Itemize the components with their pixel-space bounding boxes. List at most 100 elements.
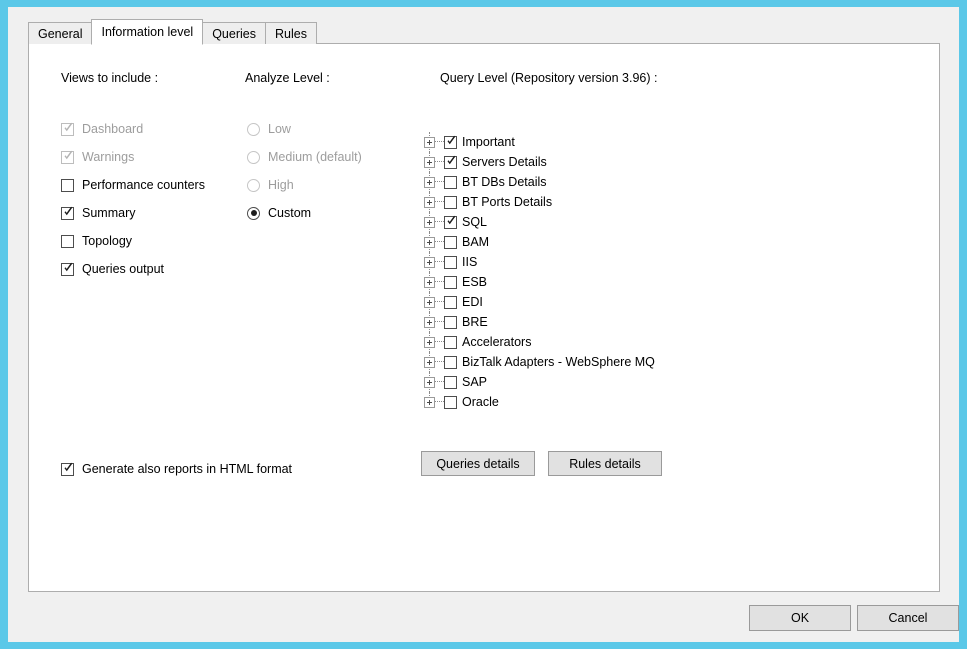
- expand-plus-icon[interactable]: [424, 396, 435, 408]
- expand-plus-icon[interactable]: [424, 256, 435, 268]
- tab-general[interactable]: General: [28, 22, 93, 44]
- views-checkbox-performance-counters[interactable]: Performance counters: [61, 176, 205, 194]
- checkbox-label: Dashboard: [82, 122, 144, 136]
- tree-connector-line: [435, 221, 444, 223]
- checkbox-box[interactable]: [444, 315, 457, 329]
- tree-node[interactable]: BizTalk Adapters - WebSphere MQ: [423, 352, 843, 372]
- checkbox-box: [61, 206, 74, 220]
- expand-plus-icon[interactable]: [424, 356, 435, 368]
- views-checkbox-summary[interactable]: Summary: [61, 204, 135, 222]
- tree-node[interactable]: EDI: [423, 292, 843, 312]
- queries-details-button[interactable]: Queries details: [421, 451, 535, 476]
- tree-connector-line: [435, 381, 444, 383]
- tree-node[interactable]: Oracle: [423, 392, 843, 412]
- analyze-level-radio-high: High: [247, 176, 294, 194]
- checkbox-label: Topology: [82, 234, 133, 248]
- expand-plus-icon[interactable]: [424, 176, 435, 188]
- checkbox-box[interactable]: [444, 295, 457, 309]
- ok-button[interactable]: OK: [749, 605, 851, 631]
- radio-circle: [247, 178, 260, 192]
- check-icon: [63, 121, 74, 135]
- check-icon: [446, 214, 457, 228]
- checkbox-box[interactable]: [444, 154, 457, 169]
- tree-node[interactable]: SAP: [423, 372, 843, 392]
- cancel-button[interactable]: Cancel: [857, 605, 959, 631]
- checkbox-box[interactable]: [444, 235, 457, 249]
- views-checkbox-queries-output[interactable]: Queries output: [61, 260, 164, 278]
- tree-node-label: BRE: [462, 315, 488, 329]
- check-icon: [63, 461, 74, 475]
- tree-node[interactable]: BAM: [423, 232, 843, 252]
- expand-plus-icon[interactable]: [424, 216, 435, 228]
- radio-circle: [247, 150, 260, 164]
- checkbox-label: Summary: [82, 206, 136, 220]
- query-level-header: Query Level (Repository version 3.96) :: [440, 71, 658, 85]
- check-icon: [446, 154, 457, 168]
- tree-node-label: BT Ports Details: [462, 195, 553, 209]
- checkbox-box: [61, 234, 74, 248]
- analyze-level-radio-low: Low: [247, 120, 291, 138]
- tab-rules[interactable]: Rules: [264, 22, 317, 44]
- rules-details-button[interactable]: Rules details: [548, 451, 662, 476]
- check-icon: [446, 134, 457, 148]
- expand-plus-icon[interactable]: [424, 156, 435, 168]
- checkbox-box[interactable]: [444, 255, 457, 269]
- tree-node[interactable]: Servers Details: [423, 152, 843, 172]
- tree-connector-line: [435, 301, 444, 303]
- expand-plus-icon[interactable]: [424, 316, 435, 328]
- tree-node-label: EDI: [462, 295, 483, 309]
- tree-node[interactable]: IIS: [423, 252, 843, 272]
- tree-connector-line: [435, 361, 444, 363]
- generate-html-reports-checkbox[interactable]: Generate also reports in HTML format: [61, 460, 292, 478]
- analyze-level-radio-medium-default: Medium (default): [247, 148, 362, 166]
- tree-node[interactable]: SQL: [423, 212, 843, 232]
- tree-node-label: ESB: [462, 275, 488, 289]
- views-checkbox-topology[interactable]: Topology: [61, 232, 132, 250]
- checkbox-box[interactable]: [444, 395, 457, 409]
- checkbox-box[interactable]: [444, 355, 457, 369]
- checkbox-box: [61, 262, 74, 276]
- checkbox-box[interactable]: [444, 335, 457, 349]
- generate-html-reports-label: Generate also reports in HTML format: [82, 462, 293, 476]
- checkbox-box[interactable]: [444, 195, 457, 209]
- tree-node[interactable]: Accelerators: [423, 332, 843, 352]
- analyze-level-radio-custom[interactable]: Custom: [247, 204, 311, 222]
- radio-label: Medium (default): [268, 150, 362, 164]
- tree-node[interactable]: BRE: [423, 312, 843, 332]
- tree-node[interactable]: BT Ports Details: [423, 192, 843, 212]
- checkbox-label: Performance counters: [82, 178, 205, 192]
- checkbox-box: [61, 461, 74, 476]
- checkbox-box[interactable]: [444, 214, 457, 229]
- radio-label: High: [268, 178, 294, 192]
- expand-plus-icon[interactable]: [424, 236, 435, 248]
- tree-node[interactable]: BT DBs Details: [423, 172, 843, 192]
- tree-connector-line: [435, 141, 444, 143]
- expand-plus-icon[interactable]: [424, 376, 435, 388]
- expand-plus-icon[interactable]: [424, 336, 435, 348]
- tree-node[interactable]: ESB: [423, 272, 843, 292]
- views-to-include-header: Views to include :: [61, 71, 159, 85]
- checkbox-box[interactable]: [444, 275, 457, 289]
- radio-label: Low: [268, 122, 291, 136]
- radio-dot: [250, 210, 257, 216]
- tab-strip: General Information level Queries Rules: [28, 18, 317, 45]
- tab-information-level[interactable]: Information level: [91, 19, 204, 45]
- tree-node-label: Oracle: [462, 395, 499, 409]
- expand-plus-icon[interactable]: [424, 276, 435, 288]
- information-level-tab-panel: Views to include : Analyze Level : Query…: [28, 43, 940, 592]
- radio-circle: [247, 122, 260, 136]
- expand-plus-icon[interactable]: [424, 296, 435, 308]
- tree-connector-line: [435, 341, 444, 343]
- checkbox-box[interactable]: [444, 134, 457, 149]
- tree-connector-line: [435, 161, 444, 163]
- tab-queries[interactable]: Queries: [202, 22, 266, 44]
- tree-node[interactable]: Important: [423, 132, 843, 152]
- checkbox-box[interactable]: [444, 175, 457, 189]
- query-level-tree: Important Servers Details BT DBs Details BT…: [423, 132, 843, 412]
- expand-plus-icon[interactable]: [424, 136, 435, 148]
- checkbox-box[interactable]: [444, 375, 457, 389]
- check-icon: [63, 149, 74, 163]
- expand-plus-icon[interactable]: [424, 196, 435, 208]
- tree-node-label: BizTalk Adapters - WebSphere MQ: [462, 355, 655, 369]
- checkbox-box: [61, 121, 74, 136]
